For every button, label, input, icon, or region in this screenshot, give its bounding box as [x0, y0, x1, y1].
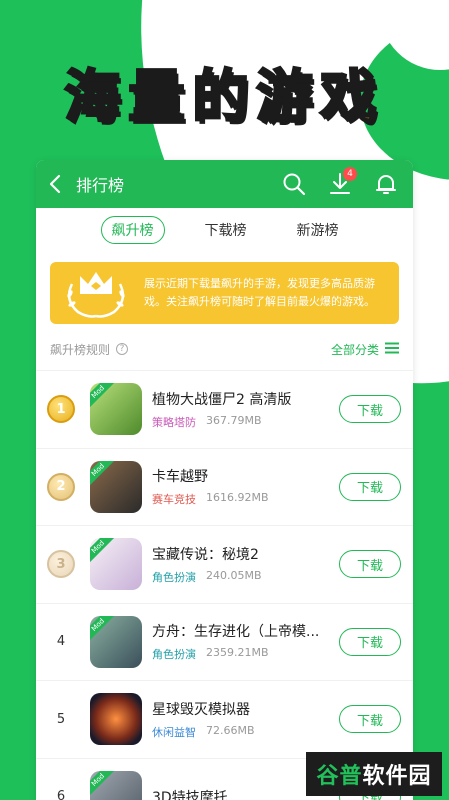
app-name: 卡车越野 — [152, 469, 208, 486]
download-button[interactable]: 下载 — [339, 472, 401, 501]
rank-number: 6 — [56, 789, 66, 800]
list-item[interactable]: 2 Mod 卡车越野 赛车竞技 1616.92MB 下载 — [36, 447, 413, 526]
site-watermark: 谷普 软件园 — [306, 752, 442, 796]
app-name: 植物大战僵尸2 高清版 — [152, 391, 292, 408]
mod-badge: Mod — [90, 538, 116, 565]
crown-laurel-icon — [58, 264, 134, 322]
rank-number: 5 — [56, 711, 66, 727]
promo-headline: 海量的游戏 — [63, 64, 385, 132]
download-count-badge: 4 — [343, 167, 357, 181]
banner-text: 展示近期下载量飙升的手游，发现更多高品质游戏。关注飙升榜可随时了解目前最火爆的游… — [144, 277, 375, 308]
rank-number: 1 — [47, 395, 75, 424]
menu-lines-icon — [385, 342, 399, 357]
ranking-info-banner: 展示近期下载量飙升的手游，发现更多高品质游戏。关注飙升榜可随时了解目前最火爆的游… — [50, 262, 399, 324]
rank-number: 2 — [47, 472, 75, 501]
list-item[interactable]: 3 Mod 宝藏传说：秘境2 角色扮演 240.05MB 下载 — [36, 525, 413, 603]
rank-medal-bronze: 3 — [46, 549, 76, 579]
app-category: 赛车竞技 — [152, 493, 196, 507]
app-category: 策略塔防 — [152, 415, 196, 429]
rules-label: 飙升榜规则 — [50, 342, 111, 357]
help-icon: ? — [116, 343, 129, 355]
app-size: 2359.21MB — [206, 646, 269, 660]
app-icon[interactable]: Mod — [90, 460, 142, 513]
download-manager-icon[interactable]: 4 — [325, 167, 357, 199]
app-size: 240.05MB — [206, 568, 262, 582]
app-size: 367.79MB — [206, 413, 262, 427]
tab-downloads[interactable]: 下载榜 — [195, 217, 257, 243]
page-title: 排行榜 — [76, 176, 125, 195]
list-item[interactable]: 5 星球毁灭模拟器 休闲益智 72.66MB 下载 — [36, 680, 413, 758]
watermark-part2: 软件园 — [362, 764, 432, 789]
app-bar: 排行榜 4 — [36, 160, 413, 208]
mod-badge: Mod — [90, 383, 116, 410]
app-screen: 排行榜 4 飙升榜 下载榜 新游榜 展示近期下载量飙升的手游，发现更多高品质游戏… — [36, 160, 413, 800]
app-icon[interactable]: Mod — [90, 538, 142, 591]
mod-badge: Mod — [90, 460, 116, 488]
rank-medal-silver: 2 — [46, 472, 76, 502]
app-size: 1616.92MB — [206, 491, 269, 505]
app-category: 角色扮演 — [152, 570, 196, 584]
app-icon[interactable]: Mod — [90, 615, 142, 668]
app-info: 星球毁灭模拟器 休闲益智 72.66MB — [152, 699, 339, 740]
all-categories-label: 全部分类 — [330, 342, 379, 357]
app-category: 休闲益智 — [152, 725, 196, 739]
rank-number: 4 — [56, 634, 66, 650]
rank-medal-gold: 1 — [46, 394, 76, 424]
app-name: 方舟：生存进化（上帝模... — [152, 624, 320, 641]
app-icon[interactable]: Mod — [90, 383, 142, 436]
app-size: 72.66MB — [206, 723, 255, 737]
app-icon[interactable] — [90, 693, 142, 746]
app-info: 植物大战僵尸2 高清版 策略塔防 367.79MB — [152, 389, 339, 430]
tab-trending[interactable]: 飙升榜 — [100, 216, 165, 244]
download-button[interactable]: 下载 — [339, 705, 401, 734]
mod-badge: Mod — [90, 615, 116, 643]
search-icon[interactable] — [279, 169, 309, 199]
download-button[interactable]: 下载 — [339, 627, 401, 656]
all-categories-button[interactable]: 全部分类 — [331, 341, 399, 358]
tab-new-games[interactable]: 新游榜 — [287, 217, 349, 243]
ranking-tabs: 飙升榜 下载榜 新游榜 — [36, 208, 413, 252]
back-arrow-icon[interactable] — [48, 173, 70, 195]
app-info: 方舟：生存进化（上帝模... 角色扮演 2359.21MB — [152, 621, 339, 662]
app-icon[interactable]: Mod — [90, 770, 142, 800]
download-button[interactable]: 下载 — [339, 395, 401, 424]
mod-badge: Mod — [90, 770, 116, 798]
rank-number: 3 — [47, 550, 75, 579]
list-item[interactable]: 4 Mod 方舟：生存进化（上帝模... 角色扮演 2359.21MB 下载 — [36, 602, 413, 681]
watermark-part1: 谷普 — [316, 764, 363, 789]
app-info: 宝藏传说：秘境2 角色扮演 240.05MB — [152, 544, 339, 585]
app-info: 卡车越野 赛车竞技 1616.92MB — [152, 466, 339, 507]
app-list: 1 Mod 植物大战僵尸2 高清版 策略塔防 367.79MB 下载 2 Mod … — [36, 370, 413, 800]
download-button[interactable]: 下载 — [339, 550, 401, 579]
ranking-rules-link[interactable]: 飙升榜规则 ? — [50, 341, 129, 358]
rules-bar: 飙升榜规则 ? 全部分类 — [36, 328, 413, 370]
list-item[interactable]: 1 Mod 植物大战僵尸2 高清版 策略塔防 367.79MB 下载 — [36, 370, 413, 448]
app-name: 宝藏传说：秘境2 — [152, 546, 259, 563]
bell-icon[interactable] — [371, 169, 401, 199]
app-name: 星球毁灭模拟器 — [152, 701, 250, 718]
app-category: 角色扮演 — [152, 648, 196, 662]
